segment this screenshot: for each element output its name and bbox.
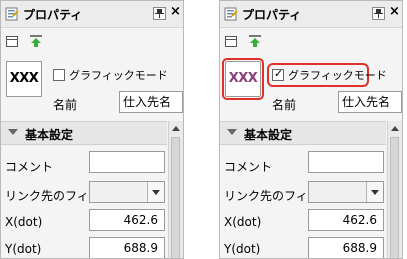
link-field-label: リンク先のフィ... <box>224 189 320 203</box>
graphic-mode-label: グラフィックモード <box>288 69 387 82</box>
green-arrow-icon[interactable] <box>29 34 43 48</box>
graphic-mode-label: グラフィックモード <box>69 69 168 82</box>
comment-field[interactable] <box>308 151 384 173</box>
name-field[interactable]: 仕入先名 <box>338 91 402 113</box>
pin-icon <box>374 9 383 18</box>
green-arrow-icon[interactable] <box>248 34 262 48</box>
graphic-preview[interactable]: XXX <box>222 58 264 100</box>
section-basic-settings[interactable]: 基本設定 <box>1 121 167 145</box>
graphic-mode-checkbox-row[interactable]: グラフィックモード <box>51 66 168 84</box>
checkmark-icon: ✓ <box>274 67 284 80</box>
name-field[interactable]: 仕入先名 <box>119 91 183 113</box>
vertical-scrollbar[interactable] <box>387 121 402 258</box>
collapse-arrow-icon <box>8 129 18 135</box>
x-dot-field[interactable]: 462.6 <box>89 209 165 231</box>
scroll-up-icon[interactable] <box>391 126 399 131</box>
dropdown-button[interactable] <box>366 182 383 202</box>
properties-sheet-icon <box>5 7 19 21</box>
x-dot-label: X(dot) <box>224 215 262 229</box>
dropdown-button[interactable] <box>147 182 164 202</box>
graphic-mode-checkbox[interactable] <box>53 69 65 81</box>
graphic-mode-checkbox-row[interactable]: ✓ グラフィックモード <box>267 63 387 87</box>
section-title: 基本設定 <box>244 128 293 142</box>
panel-title: プロパティ <box>23 8 83 22</box>
scroll-thumb[interactable] <box>390 137 399 258</box>
y-dot-label: Y(dot) <box>224 242 261 256</box>
comment-label: コメント <box>5 160 54 174</box>
y-dot-field[interactable]: 688.9 <box>89 237 165 258</box>
x-dot-field[interactable]: 462.6 <box>308 209 384 231</box>
chevron-down-icon <box>371 190 379 195</box>
close-button[interactable]: × <box>389 4 400 20</box>
pin-icon <box>155 9 164 18</box>
link-field-select[interactable] <box>89 181 165 203</box>
name-label: 名前 <box>53 98 78 112</box>
scroll-up-icon[interactable] <box>172 126 180 131</box>
section-title: 基本設定 <box>25 128 74 142</box>
collapse-arrow-icon <box>227 129 237 135</box>
scroll-thumb[interactable] <box>171 137 180 258</box>
graphic-mode-checkbox[interactable]: ✓ <box>272 67 284 81</box>
link-field-select[interactable] <box>308 181 384 203</box>
properties-panel-left: プロパティ × XXX グラフィックモード 名前 仕入先名 基本設定 コメント … <box>0 0 184 259</box>
window-icon[interactable] <box>225 36 237 47</box>
section-basic-settings[interactable]: 基本設定 <box>220 121 386 145</box>
panel-title-bar: プロパティ × <box>1 1 183 28</box>
pin-button[interactable] <box>153 7 166 20</box>
panel-title: プロパティ <box>242 8 302 22</box>
comment-field[interactable] <box>89 151 165 173</box>
name-label: 名前 <box>272 98 297 112</box>
properties-panel-right: プロパティ × XXX ✓ グラフィックモード 名前 仕入先名 基本設定 コメン… <box>219 0 403 259</box>
x-dot-label: X(dot) <box>5 215 43 229</box>
comment-label: コメント <box>224 160 273 174</box>
y-dot-field[interactable]: 688.9 <box>308 237 384 258</box>
link-field-label: リンク先のフィ... <box>5 189 101 203</box>
vertical-scrollbar[interactable] <box>168 121 183 258</box>
close-button[interactable]: × <box>170 4 181 20</box>
window-icon[interactable] <box>6 36 18 47</box>
pin-button[interactable] <box>372 7 385 20</box>
properties-sheet-icon <box>224 7 238 21</box>
chevron-down-icon <box>152 190 160 195</box>
y-dot-label: Y(dot) <box>5 242 42 256</box>
graphic-preview[interactable]: XXX <box>6 61 42 97</box>
panel-title-bar: プロパティ × <box>220 1 402 28</box>
